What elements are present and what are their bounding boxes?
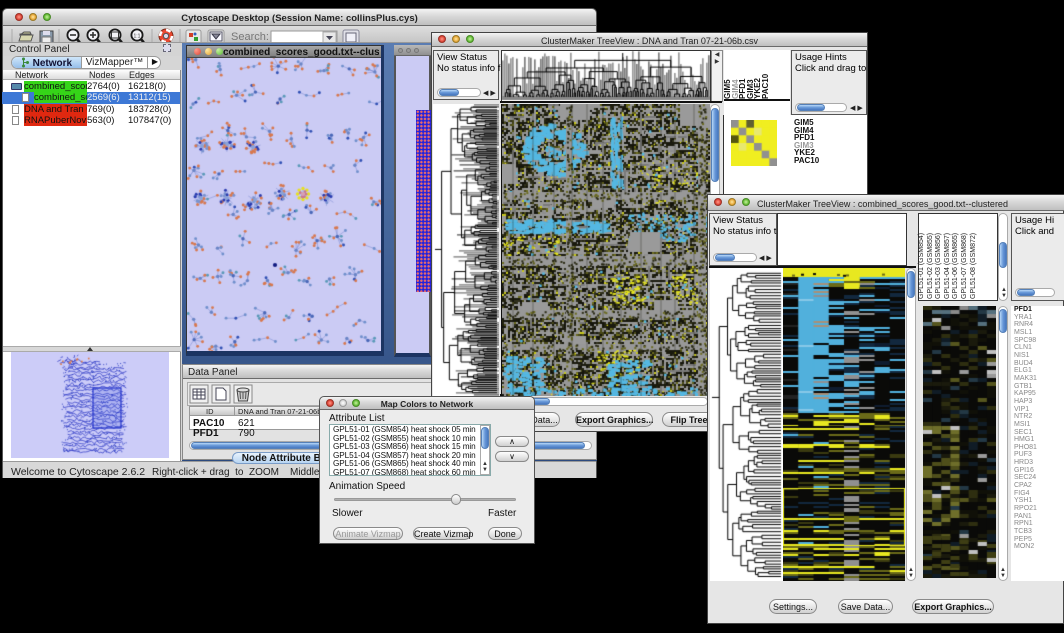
svg-text:Search:: Search: (231, 31, 269, 43)
svg-text:1:1: 1:1 (134, 34, 141, 40)
